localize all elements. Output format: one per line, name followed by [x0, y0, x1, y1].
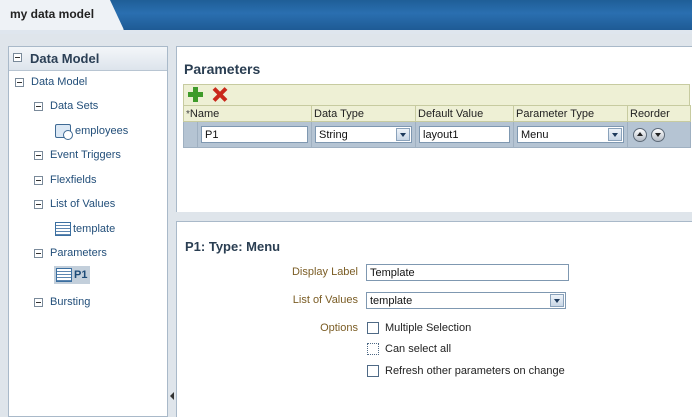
data-type-cell: String — [311, 121, 416, 148]
left-pane: Data Model Data Model Data Sets employee… — [0, 34, 176, 417]
can-select-all-label: Can select all — [385, 343, 452, 355]
parameter-detail-title: P1: Type: Menu — [185, 239, 281, 254]
tree-item-label: Flexfields — [50, 174, 97, 186]
list-of-values-icon — [55, 222, 71, 236]
collapse-icon[interactable] — [34, 199, 43, 209]
column-header-name[interactable]: *Name — [183, 105, 312, 122]
refresh-other-option[interactable]: Refresh other parameters on change — [367, 365, 565, 377]
name-input[interactable] — [201, 126, 308, 143]
tree-item-data-sets[interactable]: Data Sets — [34, 97, 98, 115]
parameters-toolbar — [183, 84, 690, 105]
chevron-down-icon[interactable] — [608, 128, 622, 141]
tree-item-flexfields[interactable]: Flexfields — [34, 171, 96, 189]
column-header-parameter-type[interactable]: Parameter Type — [513, 105, 628, 122]
chevron-down-icon[interactable] — [550, 294, 564, 307]
collapse-icon[interactable] — [34, 101, 43, 111]
column-header-default-value[interactable]: Default Value — [415, 105, 514, 122]
collapse-icon[interactable] — [15, 77, 24, 87]
tree-item-list-of-values[interactable]: List of Values — [34, 195, 115, 213]
list-of-values-label: List of Values — [292, 294, 358, 306]
table-header-row: *Name Data Type Default Value Parameter … — [183, 105, 691, 122]
move-up-icon[interactable] — [633, 127, 647, 142]
document-tab[interactable]: my data model — [0, 0, 124, 30]
parameters-table: *Name Data Type Default Value Parameter … — [183, 105, 691, 148]
reorder-cell — [627, 121, 691, 148]
data-set-icon — [55, 124, 73, 140]
tree-item-label: Event Triggers — [50, 149, 121, 161]
list-of-values-select[interactable]: template — [366, 292, 566, 309]
document-tab-label: my data model — [10, 7, 95, 21]
column-header-reorder: Reorder — [627, 105, 691, 122]
tree-item-parameters[interactable]: Parameters — [34, 244, 107, 262]
tree-item-bursting[interactable]: Bursting — [34, 293, 90, 311]
top-tab-bar: my data model — [0, 0, 692, 34]
default-value-input[interactable] — [419, 126, 510, 143]
display-label-input[interactable] — [366, 264, 569, 281]
collapse-pane-handle[interactable] — [168, 384, 176, 410]
data-model-navigator: Data Model Data Model Data Sets employee… — [8, 46, 168, 417]
data-type-value: String — [319, 129, 348, 141]
refresh-other-label: Refresh other parameters on change — [385, 365, 565, 377]
parameter-type-cell: Menu — [513, 121, 628, 148]
tree-item-p1[interactable]: P1 — [54, 266, 91, 284]
panel-separator[interactable] — [176, 212, 692, 221]
collapse-icon[interactable] — [34, 248, 43, 258]
tree-item-label: P1 — [74, 269, 88, 281]
chevron-down-icon[interactable] — [396, 128, 410, 141]
can-select-all-checkbox[interactable] — [367, 343, 379, 355]
display-label-label: Display Label — [291, 266, 358, 278]
can-select-all-option[interactable]: Can select all — [367, 343, 451, 355]
navigator-title: Data Model — [30, 51, 100, 66]
list-of-values-value: template — [370, 295, 413, 307]
right-pane: Parameters *Name Data Type Default Value… — [176, 34, 692, 417]
multiple-selection-checkbox[interactable] — [367, 322, 379, 334]
name-cell — [197, 121, 312, 148]
move-down-icon[interactable] — [651, 127, 665, 142]
tree-item-label: employees — [75, 125, 129, 137]
delete-icon[interactable] — [212, 87, 227, 102]
collapse-icon[interactable] — [34, 175, 43, 185]
table-row[interactable]: String Menu — [183, 121, 691, 148]
row-selector[interactable] — [183, 121, 198, 148]
tree-item-label: Bursting — [50, 296, 91, 308]
collapse-icon[interactable] — [34, 297, 43, 307]
tree-item-label: Data Sets — [50, 100, 99, 112]
data-type-select[interactable]: String — [315, 126, 412, 143]
parameter-detail-panel: P1: Type: Menu Display Label List of Val… — [176, 221, 692, 417]
collapse-panel-icon[interactable] — [13, 53, 22, 62]
tree-item-template[interactable]: template — [55, 220, 115, 238]
parameter-type-select[interactable]: Menu — [517, 126, 624, 143]
tree-item-event-triggers[interactable]: Event Triggers — [34, 146, 121, 164]
collapse-icon[interactable] — [34, 150, 43, 160]
parameter-type-value: Menu — [521, 129, 549, 141]
default-value-cell — [415, 121, 514, 148]
column-header-label: Name — [189, 107, 220, 120]
refresh-other-checkbox[interactable] — [367, 365, 379, 377]
navigator-header: Data Model — [9, 47, 167, 71]
parameters-title: Parameters — [184, 61, 261, 77]
parameter-icon — [56, 268, 72, 282]
add-icon[interactable] — [188, 87, 203, 102]
tree-item-label: template — [73, 223, 116, 235]
tree-item-employees[interactable]: employees — [55, 122, 128, 140]
parameters-panel: Parameters *Name Data Type Default Value… — [176, 46, 692, 212]
column-header-data-type[interactable]: Data Type — [311, 105, 416, 122]
multiple-selection-label: Multiple Selection — [385, 322, 472, 334]
tree-item-label: Parameters — [50, 247, 107, 259]
options-label: Options — [320, 322, 358, 334]
tree-item-label: List of Values — [50, 198, 116, 210]
tree-item-label: Data Model — [31, 76, 88, 88]
multiple-selection-option[interactable]: Multiple Selection — [367, 322, 471, 334]
tree-item-data-model[interactable]: Data Model — [15, 73, 87, 91]
